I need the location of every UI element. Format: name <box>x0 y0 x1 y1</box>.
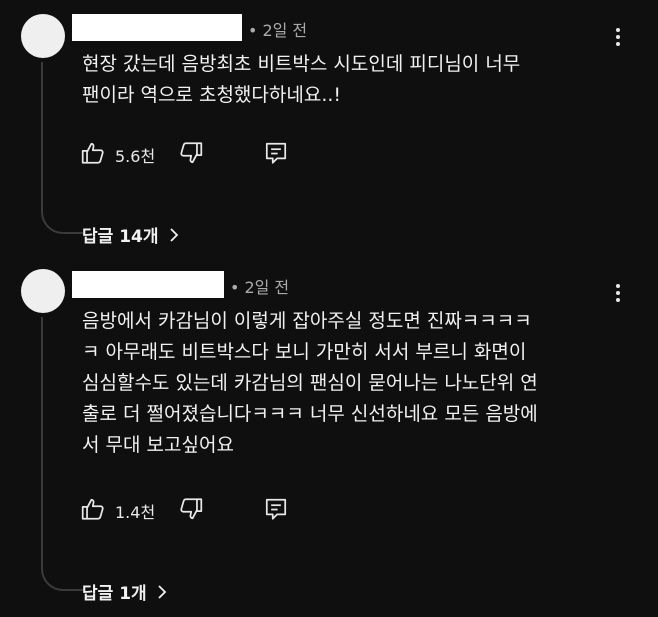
chevron-right-icon <box>158 584 166 599</box>
thread-line <box>41 317 83 591</box>
reply-button[interactable] <box>263 496 289 522</box>
more-options-button[interactable] <box>608 281 628 305</box>
more-vertical-icon <box>616 284 620 288</box>
comment-body: 음방에서 카감님이 이렇게 잡아주실 정도면 진짜ㅋㅋㅋㅋ ㅋ 아무래도 비트박… <box>82 306 622 461</box>
comment-body-line: ㅋ 아무래도 비트박스다 보니 가만히 서서 부르니 화면이 <box>82 341 527 363</box>
view-replies-button[interactable]: 답글 1개 <box>82 579 167 604</box>
comment-actions: 5.6천 <box>80 140 310 168</box>
thread-line <box>41 62 83 234</box>
comment-meta: • 2일 전 <box>230 278 290 297</box>
reply-button[interactable] <box>263 140 289 166</box>
author-name-redacted[interactable] <box>72 14 242 41</box>
author-name-redacted[interactable] <box>72 271 224 298</box>
view-replies-button[interactable]: 답글 14개 <box>82 222 179 247</box>
comment-body-line: 음방에서 카감님이 이렇게 잡아주실 정도면 진짜ㅋㅋㅋㅋ <box>82 310 532 332</box>
avatar[interactable] <box>21 14 65 58</box>
comment-time[interactable]: 2일 전 <box>262 21 307 40</box>
replies-label: 답글 1개 <box>82 584 147 604</box>
dislike-button[interactable] <box>178 140 204 166</box>
like-button[interactable] <box>80 140 106 166</box>
comment-body-line: 출로 더 쩔어졌습니다ㅋㅋㅋ 너무 신선하네요 모든 음방에 <box>82 403 538 425</box>
comment-meta: • 2일 전 <box>248 21 308 40</box>
dislike-button[interactable] <box>178 496 204 522</box>
comment-time[interactable]: 2일 전 <box>244 278 289 297</box>
comment-body: 현장 갔는데 음방최초 비트박스 시도인데 피디님이 너무 팬이라 역으로 초청… <box>82 49 622 111</box>
reply-comment-icon <box>265 142 287 164</box>
avatar[interactable] <box>21 269 65 313</box>
comment-actions: 1.4천 <box>80 496 310 524</box>
replies-label: 답글 14개 <box>82 227 159 247</box>
like-button[interactable] <box>80 496 106 522</box>
chevron-right-icon <box>169 227 178 242</box>
comment-body-line: 현장 갔는데 음방최초 비트박스 시도인데 피디님이 너무 <box>82 53 521 75</box>
like-count: 5.6천 <box>115 147 156 166</box>
reply-comment-icon <box>265 498 287 520</box>
comment-body-line: 심심할수도 있는데 카감님의 팬심이 묻어나는 나노단위 연 <box>82 372 538 394</box>
more-vertical-icon <box>616 28 620 32</box>
thumbs-down-icon <box>180 142 203 164</box>
thumbs-up-icon <box>81 142 104 164</box>
more-options-button[interactable] <box>608 25 628 49</box>
thumbs-up-icon <box>81 498 104 520</box>
comment-body-line: 팬이라 역으로 초청했다하네요..! <box>82 84 342 106</box>
like-count: 1.4천 <box>115 503 156 522</box>
comment-body-line: 서 무대 보고싶어요 <box>82 434 234 456</box>
thumbs-down-icon <box>180 498 203 520</box>
